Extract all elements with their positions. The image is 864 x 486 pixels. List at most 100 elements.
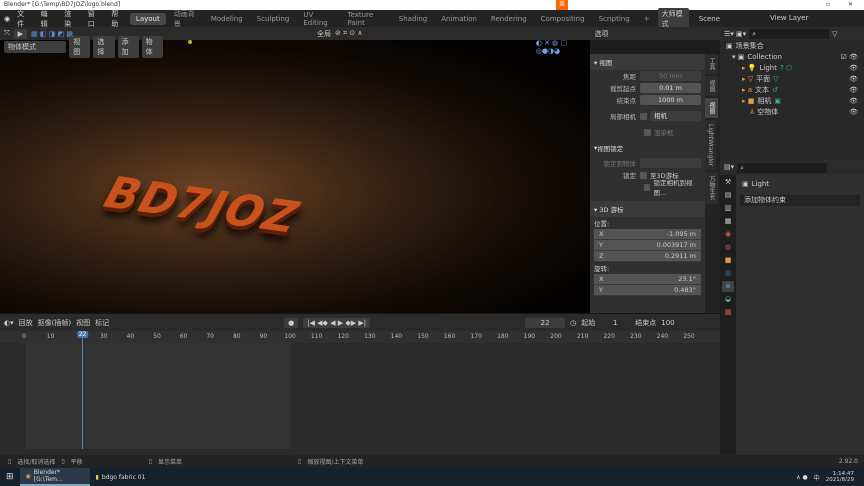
lock-object-field[interactable] (640, 158, 701, 168)
close-button[interactable]: ✕ (848, 0, 853, 10)
eye-icon[interactable]: ☑ 👁 (841, 52, 858, 63)
end-field[interactable]: 100 (661, 319, 674, 327)
lock-cursor-checkbox[interactable] (640, 171, 647, 179)
menu-edit[interactable]: 编辑 (36, 9, 58, 29)
physics-tab-icon[interactable]: ◎ (722, 268, 734, 279)
view-layer-selector[interactable]: View Layer (720, 10, 864, 27)
workspace-tab[interactable]: Modeling (205, 13, 249, 25)
workspace-tab[interactable]: Layout (129, 12, 166, 25)
3d-cursor-section-header[interactable]: ▾ 3D 游标 (590, 201, 705, 217)
3d-viewport[interactable]: BD7JOZ (0, 40, 590, 313)
start-button[interactable]: ⊞ (0, 468, 20, 486)
workspace-tab[interactable]: Animation (435, 13, 483, 25)
menu-view[interactable]: 视图 (76, 318, 90, 328)
view-section-header[interactable]: ▾ 视图 (590, 54, 705, 70)
ime-indicator[interactable]: 中 (814, 473, 820, 482)
tool-tab-icon[interactable]: ⚒ (722, 177, 734, 188)
workspace-tab[interactable]: Shading (393, 13, 433, 25)
tray-icons[interactable]: ∧ ● (796, 474, 808, 481)
rotation-y-field[interactable]: Y 0.483° (594, 285, 701, 296)
frame-ruler[interactable]: 0102230405060708090100110120130140150160… (0, 331, 720, 343)
clock[interactable]: 1:14:47 2021/8/29 (826, 471, 854, 483)
mode-dropdown[interactable]: 物体模式 (4, 41, 67, 53)
focal-field[interactable]: 50 mm (640, 71, 701, 81)
taskbar-app-folder[interactable]: ▮ bdgo fabric 01 (90, 468, 152, 486)
camera-field[interactable]: 相机 (650, 111, 701, 121)
data-tab-icon[interactable]: ◒ (722, 294, 734, 305)
scene-collection-row[interactable]: ▣ 场景集合 (720, 41, 864, 52)
object-tab-icon[interactable]: ■ (722, 255, 734, 266)
render-region-checkbox[interactable] (644, 128, 651, 136)
workspace-tab[interactable]: Texture Paint (342, 9, 391, 29)
options-dropdown[interactable]: 选项 (594, 29, 608, 39)
menu-add[interactable]: 添加 (117, 36, 139, 58)
outliner-item[interactable]: ▸ ■ 相机 ▣ 👁 (720, 96, 864, 107)
workspace-tab[interactable]: Scripting (593, 13, 636, 25)
select-tool-icon[interactable]: ▶ (13, 28, 27, 39)
clip-start-field[interactable]: 0.01 m (640, 83, 701, 93)
playback-controls[interactable]: |◀ ◀◆ ◀ ▶ ◆▶ ▶| (303, 317, 371, 328)
filter-icon[interactable]: ▽ (832, 29, 837, 40)
current-frame-field[interactable]: 22 (525, 317, 566, 328)
taskbar-app-blender[interactable]: ◉ Blender* [G:\Tem... (19, 468, 90, 486)
sidebar-tab[interactable]: 工具 (705, 54, 718, 74)
properties-search-input[interactable]: ⌕ (737, 162, 828, 173)
sidebar-tab[interactable]: 万物生长 (705, 172, 718, 205)
rotation-x-field[interactable]: X 23.1° (594, 274, 701, 285)
menu-keying[interactable]: 抠像(插帧) (38, 318, 71, 328)
editor-type-icon[interactable]: ▤▾ (724, 162, 734, 173)
scene-tab-icon[interactable]: ◉ (722, 229, 734, 240)
snap-icon[interactable]: ⊘ ⌗ ⊙ ∧ (335, 29, 362, 38)
add-constraint-dropdown[interactable]: 添加物体约束 (740, 195, 860, 206)
outliner-item[interactable]: ▸ a 文本 ↺ 👁 (720, 85, 864, 96)
sidebar-tab[interactable]: LightWrangler (705, 120, 716, 171)
blender-logo-icon[interactable]: ◉ (4, 15, 10, 23)
texture-tab-icon[interactable]: ▩ (722, 307, 734, 318)
scene-selector[interactable]: Scene (699, 15, 720, 23)
menu-select[interactable]: 选择 (93, 36, 115, 58)
display-mode-icon[interactable]: ☰▾ ▣▾ (724, 29, 746, 40)
output-tab-icon[interactable]: ▥ (722, 203, 734, 214)
menu-view[interactable]: 视图 (69, 36, 91, 58)
shading-icons[interactable]: ◐ ✕ ◍ ▢ ◎●◑◕ (536, 39, 590, 55)
record-button[interactable]: ● (284, 317, 299, 328)
eye-icon[interactable]: 👁 (849, 63, 858, 74)
view-lock-header[interactable]: ▾ 视图锁定 (590, 142, 705, 154)
eye-icon[interactable]: 👁 (849, 85, 858, 96)
outliner-item[interactable]: ▸ 💡 Light? ⬡ 👁 (720, 63, 864, 74)
workspace-tab[interactable]: Sculpting (251, 13, 296, 25)
world-tab-icon[interactable]: ◍ (722, 242, 734, 253)
clock-icon[interactable]: ◷ (570, 319, 576, 327)
editor-type-icon[interactable]: ◐▾ (4, 319, 14, 327)
menu-help[interactable]: 帮助 (106, 9, 128, 29)
local-camera-checkbox[interactable] (640, 112, 647, 120)
outliner-search-input[interactable]: ⌕ (749, 29, 830, 39)
eye-icon[interactable]: 👁 (849, 96, 858, 107)
outliner-item[interactable]: ▸ ▽ 平面 ▽ 👁 (720, 74, 864, 85)
eye-icon[interactable]: 👁 (849, 74, 858, 85)
render-tab-icon[interactable]: ▤ (722, 190, 734, 201)
menu-marker[interactable]: 标记 (95, 318, 109, 328)
ime-toolbar[interactable]: 英 (556, 0, 569, 10)
add-workspace-button[interactable]: + (638, 13, 656, 25)
workspace-tab[interactable]: Compositing (535, 13, 591, 25)
menu-object[interactable]: 物体 (141, 36, 163, 58)
cursor-z-field[interactable]: Z 0.2911 m (594, 251, 701, 262)
outliner-item[interactable]: ⅄ 空物体 👁 (720, 107, 864, 118)
collection-row[interactable]: ▾ ▣ Collection ☑ 👁 (720, 52, 864, 63)
cursor-y-field[interactable]: Y 0.003917 m (594, 240, 701, 251)
menu-file[interactable]: 文件 (12, 9, 34, 29)
start-field[interactable]: 1 (600, 319, 630, 327)
workspace-tab[interactable]: UV Editing (297, 9, 339, 29)
eye-icon[interactable]: 👁 (849, 107, 858, 118)
orientation-dropdown[interactable]: 全局 (317, 29, 331, 39)
workspace-tab[interactable]: Rendering (485, 13, 533, 25)
constraint-tab-icon[interactable]: ⊗ (722, 281, 734, 292)
menu-window[interactable]: 窗口 (83, 9, 105, 29)
clip-end-field[interactable]: 1000 m (640, 95, 701, 105)
menu-playback[interactable]: 回放 (19, 318, 33, 328)
cursor-x-field[interactable]: X -1.095 m (594, 229, 701, 240)
select-box-icon[interactable]: ▦ ◧ ◨ ◩ ▩ (31, 30, 73, 38)
menu-render[interactable]: 渲染 (59, 9, 81, 29)
view-layer-tab-icon[interactable]: ▦ (722, 216, 734, 227)
